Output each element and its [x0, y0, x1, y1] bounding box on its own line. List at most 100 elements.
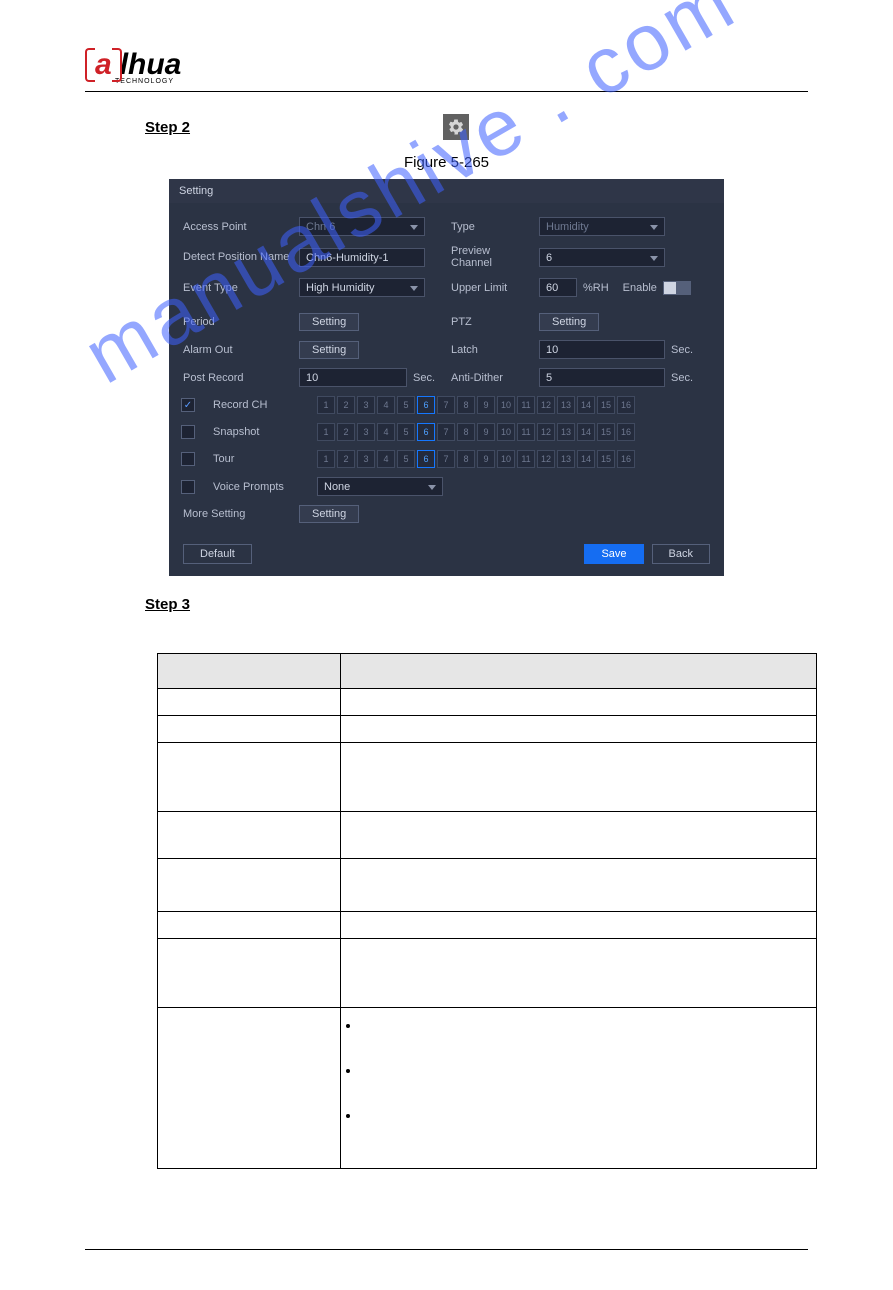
channel-cell[interactable]: 13: [557, 396, 575, 414]
channel-cell[interactable]: 10: [497, 450, 515, 468]
channel-cell[interactable]: 11: [517, 396, 535, 414]
post-record-input[interactable]: 10: [299, 368, 407, 387]
snapshot-label: Snapshot: [213, 426, 295, 438]
bullet-list: [361, 1018, 806, 1123]
preview-channel-select[interactable]: 6: [539, 248, 665, 267]
channel-cell[interactable]: 14: [577, 450, 595, 468]
footer-rule: [85, 1249, 808, 1250]
latch-label: Latch: [451, 344, 533, 356]
settings-panel: Setting Access Point Chn 6 Type Humidity…: [169, 179, 724, 576]
bullet-item: [361, 1108, 806, 1123]
header-rule: [85, 91, 808, 92]
figure-caption: Figure 5-265: [85, 154, 808, 171]
channel-cell[interactable]: 1: [317, 450, 335, 468]
gear-icon: [443, 114, 469, 140]
ptz-label: PTZ: [451, 316, 533, 328]
channel-cell[interactable]: 8: [457, 450, 475, 468]
channel-cell[interactable]: 2: [337, 423, 355, 441]
channel-cell[interactable]: 7: [437, 396, 455, 414]
anti-dither-label: Anti-Dither: [451, 372, 533, 384]
channel-cell[interactable]: 14: [577, 423, 595, 441]
type-select[interactable]: Humidity: [539, 217, 665, 236]
channel-cell[interactable]: 11: [517, 423, 535, 441]
anti-dither-input[interactable]: 5: [539, 368, 665, 387]
preview-channel-label: Preview Channel: [451, 245, 533, 269]
alarm-out-label: Alarm Out: [183, 344, 293, 356]
back-button[interactable]: Back: [652, 544, 710, 564]
channel-cell[interactable]: 10: [497, 423, 515, 441]
upper-limit-label: Upper Limit: [451, 282, 533, 294]
record-ch-label: Record CH: [213, 399, 295, 411]
more-setting-label: More Setting: [183, 508, 293, 520]
channel-cell[interactable]: 5: [397, 396, 415, 414]
channel-cell[interactable]: 12: [537, 423, 555, 441]
channel-cell[interactable]: 12: [537, 396, 555, 414]
step-3-label: Step 3: [145, 596, 808, 613]
channel-cell[interactable]: 16: [617, 396, 635, 414]
table-header-desc: [341, 654, 817, 689]
tour-checkbox[interactable]: [181, 452, 195, 466]
channel-cell[interactable]: 5: [397, 450, 415, 468]
channel-cell[interactable]: 4: [377, 396, 395, 414]
channel-cell[interactable]: 6: [417, 423, 435, 441]
channel-cell[interactable]: 9: [477, 396, 495, 414]
voice-prompts-checkbox[interactable]: [181, 480, 195, 494]
channel-cell[interactable]: 14: [577, 396, 595, 414]
channel-cell[interactable]: 5: [397, 423, 415, 441]
channel-cell[interactable]: 4: [377, 450, 395, 468]
channel-cell[interactable]: 15: [597, 423, 615, 441]
tour-label: Tour: [213, 453, 295, 465]
save-button[interactable]: Save: [584, 544, 643, 564]
channel-cell[interactable]: 3: [357, 450, 375, 468]
channel-cell[interactable]: 9: [477, 450, 495, 468]
anti-dither-unit: Sec.: [671, 372, 693, 384]
latch-input[interactable]: 10: [539, 340, 665, 359]
channel-cell[interactable]: 16: [617, 423, 635, 441]
channel-cell[interactable]: 6: [417, 450, 435, 468]
upper-limit-unit: %RH: [583, 282, 609, 294]
channel-cell[interactable]: 15: [597, 450, 615, 468]
detect-position-input[interactable]: Chn6-Humidity-1: [299, 248, 425, 267]
channel-cell[interactable]: 8: [457, 396, 475, 414]
channel-cell[interactable]: 16: [617, 450, 635, 468]
logo-text: lhua: [120, 50, 182, 80]
channel-cell[interactable]: 10: [497, 396, 515, 414]
channel-cell[interactable]: 6: [417, 396, 435, 414]
tour-ch-grid: 12345678910111213141516: [317, 450, 635, 468]
event-type-select[interactable]: High Humidity: [299, 278, 425, 297]
channel-cell[interactable]: 13: [557, 423, 575, 441]
record-ch-checkbox[interactable]: [181, 398, 195, 412]
logo-subtext: TECHNOLOGY: [115, 78, 808, 85]
channel-cell[interactable]: 3: [357, 396, 375, 414]
more-setting-button[interactable]: Setting: [299, 505, 359, 523]
alarm-out-setting-button[interactable]: Setting: [299, 341, 359, 359]
channel-cell[interactable]: 2: [337, 450, 355, 468]
default-button[interactable]: Default: [183, 544, 252, 564]
enable-switch[interactable]: [663, 281, 691, 295]
channel-cell[interactable]: 13: [557, 450, 575, 468]
channel-cell[interactable]: 12: [537, 450, 555, 468]
channel-cell[interactable]: 7: [437, 423, 455, 441]
channel-cell[interactable]: 9: [477, 423, 495, 441]
step-2-label: Step 2: [145, 119, 190, 136]
channel-cell[interactable]: 11: [517, 450, 535, 468]
post-record-unit: Sec.: [413, 372, 435, 384]
upper-limit-input[interactable]: 60: [539, 278, 577, 297]
ptz-setting-button[interactable]: Setting: [539, 313, 599, 331]
voice-prompts-select[interactable]: None: [317, 477, 443, 496]
channel-cell[interactable]: 3: [357, 423, 375, 441]
detect-position-label: Detect Position Name: [183, 251, 293, 263]
channel-cell[interactable]: 1: [317, 396, 335, 414]
channel-cell[interactable]: 7: [437, 450, 455, 468]
snapshot-checkbox[interactable]: [181, 425, 195, 439]
channel-cell[interactable]: 2: [337, 396, 355, 414]
period-setting-button[interactable]: Setting: [299, 313, 359, 331]
channel-cell[interactable]: 1: [317, 423, 335, 441]
enable-label: Enable: [623, 282, 657, 294]
access-point-select[interactable]: Chn 6: [299, 217, 425, 236]
channel-cell[interactable]: 8: [457, 423, 475, 441]
voice-prompts-label: Voice Prompts: [213, 481, 295, 493]
channel-cell[interactable]: 4: [377, 423, 395, 441]
channel-cell[interactable]: 15: [597, 396, 615, 414]
event-type-label: Event Type: [183, 282, 293, 294]
